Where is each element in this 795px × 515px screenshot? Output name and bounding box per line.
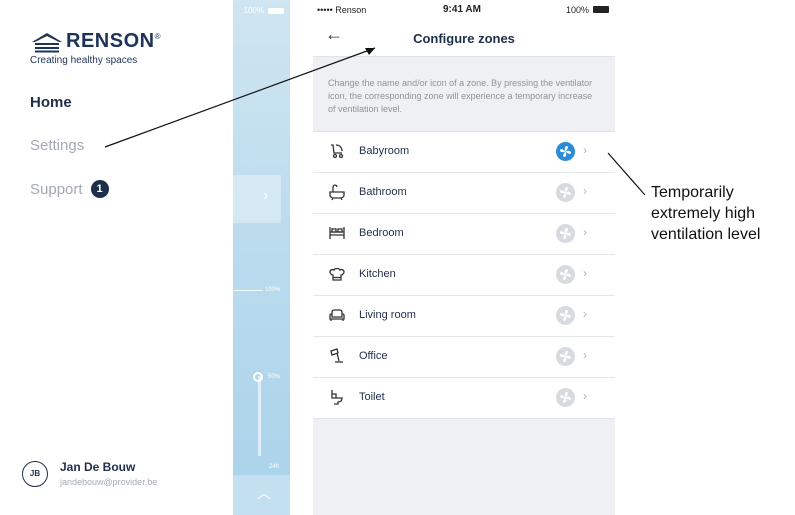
annotation-line-3: ventilation level xyxy=(651,226,761,243)
settings-pointer-line xyxy=(104,47,376,148)
annotation-text: Temporarily extremely high ventilation l… xyxy=(651,182,760,245)
annotation-arrows xyxy=(104,47,646,196)
annotation-line-1: Temporarily xyxy=(651,184,734,201)
annotation-pointer-line xyxy=(607,152,646,196)
annotation-line-2: extremely high xyxy=(651,205,756,222)
